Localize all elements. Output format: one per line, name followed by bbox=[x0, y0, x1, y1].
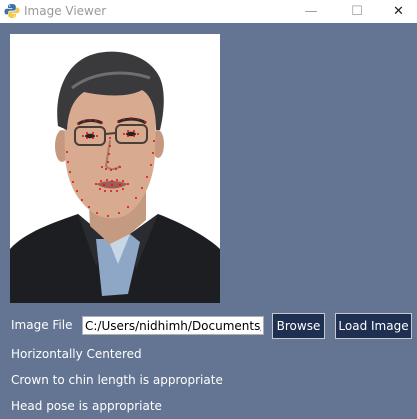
image-viewer-window: Image Viewer — ☐ ✕ Image File C:/Users/n… bbox=[0, 0, 417, 419]
window-title: Image Viewer bbox=[24, 4, 107, 18]
result-horizontal-centering: Horizontally Centered bbox=[11, 347, 142, 361]
result-crown-chin-length: Crown to chin length is appropriate bbox=[11, 373, 223, 387]
load-image-button[interactable]: Load Image bbox=[335, 313, 412, 339]
minimize-button[interactable]: — bbox=[288, 0, 334, 23]
python-app-icon bbox=[4, 3, 20, 19]
image-file-label: Image File bbox=[11, 318, 73, 332]
maximize-button[interactable]: ☐ bbox=[334, 0, 380, 23]
main-panel: Image File Browse Load Image Horizontall… bbox=[0, 23, 417, 419]
browse-button[interactable]: Browse bbox=[272, 313, 325, 339]
image-file-path-input[interactable] bbox=[82, 316, 264, 335]
portrait-photo bbox=[10, 34, 220, 303]
close-button[interactable]: ✕ bbox=[380, 0, 417, 23]
portrait-image bbox=[10, 34, 220, 303]
title-bar[interactable]: Image Viewer — ☐ ✕ bbox=[0, 0, 417, 23]
result-head-pose: Head pose is appropriate bbox=[11, 399, 162, 413]
